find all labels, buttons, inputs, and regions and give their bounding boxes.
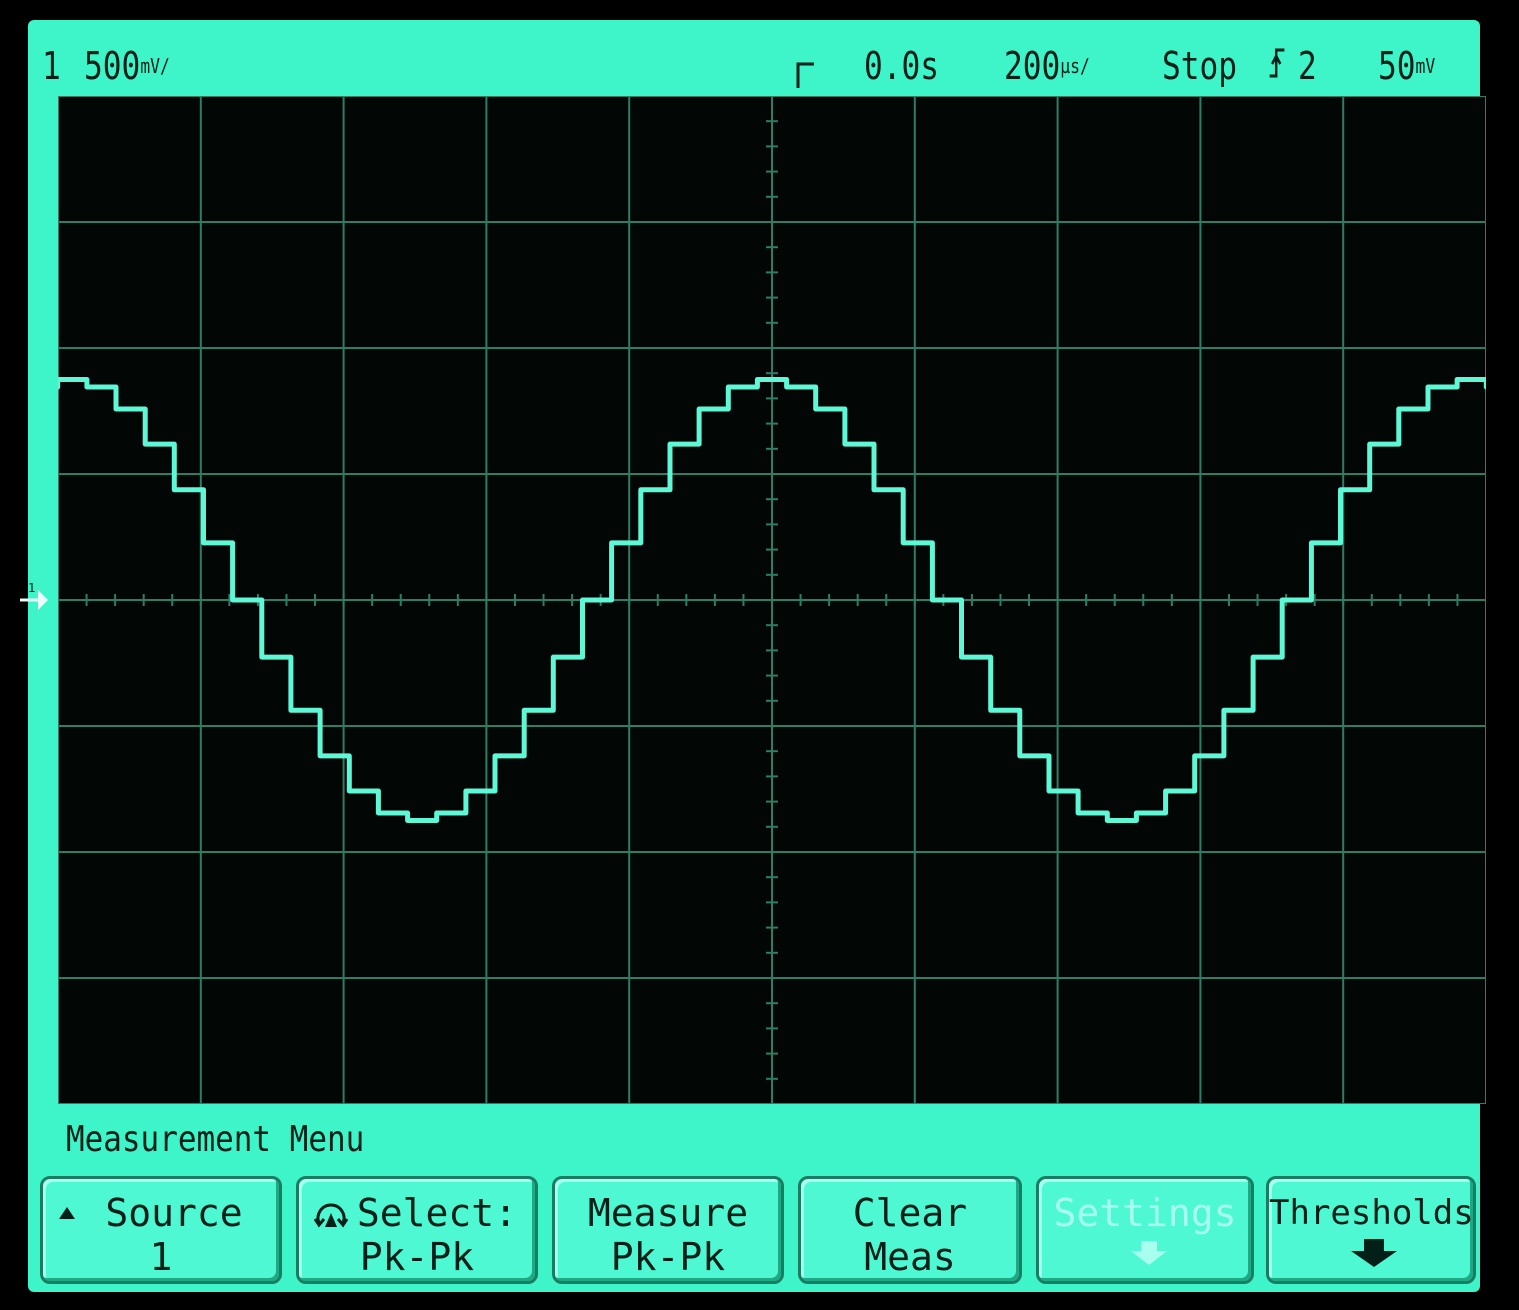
volts-per-div: 500mV/ — [84, 44, 170, 88]
run-state: Stop — [1162, 44, 1238, 88]
down-arrow-icon — [1351, 1239, 1397, 1267]
clear-label: Clear — [852, 1191, 968, 1235]
measure-value: Pk-Pk — [610, 1235, 726, 1279]
time-per-div: 200µs/ — [1004, 44, 1090, 88]
down-arrow-icon — [1131, 1241, 1167, 1265]
meas-label: Meas — [864, 1235, 956, 1279]
svg-text:1: 1 — [28, 581, 35, 595]
channel-number: 1 — [42, 44, 61, 88]
select-value: Pk-Pk — [359, 1235, 475, 1279]
settings-label: Settings — [1053, 1191, 1237, 1235]
status-bar: 1 500mV/ 0.0s 200µs/ Stop 2 50mV — [28, 22, 1480, 94]
source-value: 1 — [149, 1235, 173, 1279]
graticule-grid — [58, 96, 1486, 1104]
menu-title: Measurement Menu — [66, 1119, 365, 1160]
thresholds-softkey[interactable]: Thresholds — [1266, 1176, 1476, 1284]
rising-edge-icon — [1268, 44, 1286, 91]
ground-reference-icon: 1 — [20, 581, 48, 610]
settings-softkey[interactable]: Settings — [1036, 1176, 1254, 1284]
measure-softkey[interactable]: Measure Pk-Pk — [552, 1176, 784, 1284]
select-softkey[interactable]: Select: Pk-Pk — [296, 1176, 538, 1284]
waveform-display — [58, 96, 1486, 1104]
oscilloscope-screen: 1 500mV/ 0.0s 200µs/ Stop 2 50mV 1 Measu… — [0, 0, 1519, 1310]
trigger-level: 50mV — [1378, 44, 1436, 88]
trigger-edge-icon — [796, 62, 814, 88]
trigger-source: 2 — [1298, 44, 1317, 88]
source-softkey[interactable]: Source 1 — [40, 1176, 282, 1284]
clear-meas-softkey[interactable]: Clear Meas — [798, 1176, 1022, 1284]
source-label: Source — [105, 1191, 243, 1235]
measure-label: Measure — [587, 1191, 749, 1235]
select-label: Select: — [356, 1191, 518, 1235]
thresholds-label: Thresholds — [1269, 1193, 1474, 1233]
trigger-time-offset: 0.0s — [864, 44, 940, 88]
